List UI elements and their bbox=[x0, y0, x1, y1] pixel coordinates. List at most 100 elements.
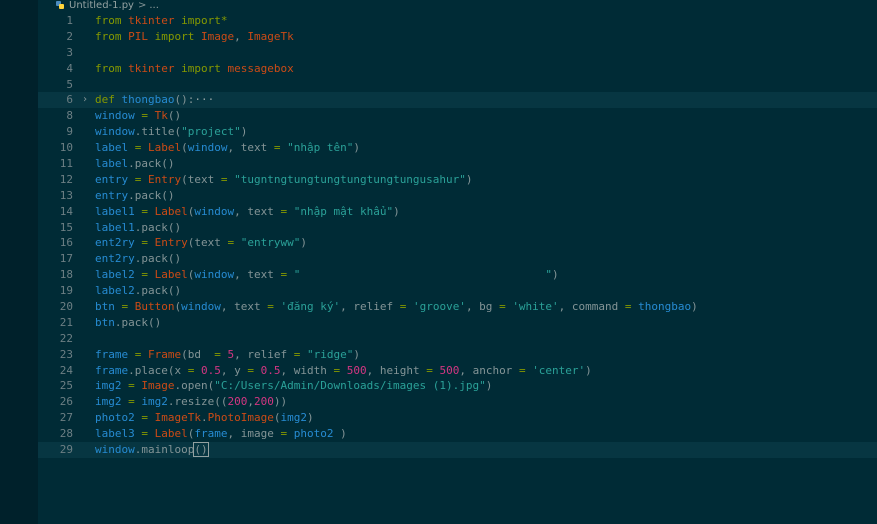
code-line[interactable]: 21 btn.pack() bbox=[38, 315, 877, 331]
code-token: Frame bbox=[148, 347, 182, 361]
code-token: .pack() bbox=[128, 157, 175, 171]
line-number: 27 bbox=[59, 411, 73, 425]
code-token: label bbox=[95, 141, 129, 155]
code-token: Entry bbox=[154, 236, 188, 250]
code-token: Label bbox=[154, 427, 188, 441]
code-token: 500 bbox=[346, 363, 367, 377]
code-token: entry bbox=[95, 172, 129, 186]
code-token: ) bbox=[353, 347, 360, 361]
code-token: ) bbox=[585, 363, 592, 377]
code-token: tkinter bbox=[128, 14, 175, 27]
code-line[interactable]: 8 window = Tk() bbox=[38, 108, 877, 124]
code-token: import bbox=[174, 61, 221, 75]
code-text: label2 = Label(window, text = " ") bbox=[95, 267, 559, 283]
code-token: , bg bbox=[465, 300, 500, 314]
code-line[interactable]: 17 ent2ry.pack() bbox=[38, 251, 877, 267]
fold-chevron-icon[interactable]: › bbox=[82, 92, 88, 108]
code-line[interactable]: 12 entry = Entry(text = "tugntngtungtungt… bbox=[38, 172, 877, 188]
code-token: , relief bbox=[234, 347, 294, 361]
code-token: = bbox=[273, 141, 288, 155]
code-token: label1 bbox=[95, 204, 135, 218]
code-token: Label bbox=[154, 268, 188, 282]
code-token: )) bbox=[273, 395, 288, 409]
breadcrumb-separator: > bbox=[137, 0, 147, 11]
code-line[interactable]: 15 label1.pack() bbox=[38, 220, 877, 236]
code-token: window bbox=[194, 268, 235, 282]
line-number: 22 bbox=[59, 331, 73, 345]
code-token: tkinter bbox=[128, 61, 175, 75]
code-line[interactable]: 27 photo2 = ImageTk.PhotoImage(img2) bbox=[38, 410, 877, 426]
line-number: 23 bbox=[59, 347, 73, 361]
code-editor[interactable]: Untitled-1.py > ... 1 from tkinter import… bbox=[38, 0, 877, 524]
code-token: = bbox=[134, 268, 155, 282]
code-line[interactable]: 29 window.mainloop() bbox=[38, 442, 877, 458]
code-line[interactable]: 16 ent2ry = Entry(text = "entryww") bbox=[38, 235, 877, 251]
code-token: .pack() bbox=[128, 188, 175, 202]
code-line[interactable]: 11 label.pack() bbox=[38, 156, 877, 172]
code-text: label = Label(window, text = "nhập tên") bbox=[95, 140, 360, 156]
code-token: "entryww" bbox=[240, 236, 301, 250]
code-text: label1 = Label(window, text = "nhập mật … bbox=[95, 204, 400, 220]
code-token: = bbox=[128, 347, 148, 361]
line-number: 13 bbox=[59, 188, 73, 202]
line-number: 14 bbox=[59, 204, 73, 218]
code-token: photo2 bbox=[95, 411, 135, 425]
code-token: "project" bbox=[181, 125, 241, 139]
code-token: label2 bbox=[95, 268, 135, 282]
code-line[interactable]: 19 label2.pack() bbox=[38, 283, 877, 299]
code-token: img2 bbox=[95, 395, 122, 409]
code-token: = bbox=[114, 300, 135, 314]
line-number: 8 bbox=[66, 109, 73, 123]
code-token: "nhập mật khẩu" bbox=[293, 204, 394, 218]
code-token: label1 bbox=[95, 220, 135, 234]
breadcrumb-symbol[interactable]: ... bbox=[149, 0, 159, 11]
code-token: import bbox=[148, 29, 195, 43]
line-number: 21 bbox=[59, 315, 73, 329]
code-line[interactable]: 20 btn = Button(window, text = 'đăng ký',… bbox=[38, 299, 877, 315]
code-token: Label bbox=[148, 141, 182, 155]
code-line[interactable]: 23 frame = Frame(bd = 5, relief = "ridge"… bbox=[38, 347, 877, 363]
code-token: ent2ry bbox=[95, 236, 135, 250]
code-text: window.title("project") bbox=[95, 124, 247, 140]
code-line[interactable]: 26 img2 = img2.resize((200,200)) bbox=[38, 394, 877, 410]
code-token: photo2 bbox=[293, 427, 334, 441]
code-area[interactable]: 1 from tkinter import* 2 from PIL import Im… bbox=[38, 13, 877, 458]
code-line[interactable]: 9 window.title("project") bbox=[38, 124, 877, 140]
code-line[interactable]: 24 frame.place(x = 0.5, y = 0.5, width = … bbox=[38, 363, 877, 379]
code-token: (bd bbox=[181, 347, 215, 361]
code-token: = bbox=[280, 268, 294, 282]
code-line[interactable]: 3 bbox=[38, 45, 877, 61]
code-token: 'center' bbox=[532, 363, 586, 377]
code-token: frame bbox=[95, 347, 129, 361]
code-token: 0.5 bbox=[260, 363, 281, 377]
code-token: ) bbox=[393, 204, 400, 218]
code-token: ImageTk bbox=[154, 411, 201, 425]
code-line[interactable]: 18 label2 = Label(window, text = " ") bbox=[38, 267, 877, 283]
code-token: window bbox=[95, 109, 135, 123]
code-text: from PIL import Image, ImageTk bbox=[95, 29, 294, 45]
code-token: ) bbox=[353, 141, 360, 155]
code-line[interactable]: 22 bbox=[38, 331, 877, 347]
code-line[interactable]: 4 from tkinter import messagebox bbox=[38, 61, 877, 77]
code-line[interactable]: 14 label1 = Label(window, text = "nhập mậ… bbox=[38, 204, 877, 220]
code-line[interactable]: 10 label = Label(window, text = "nhập tên… bbox=[38, 140, 877, 156]
code-token: = bbox=[247, 363, 261, 377]
code-line[interactable]: 6 › def thongbao():··· bbox=[38, 92, 877, 109]
code-token: = bbox=[128, 141, 148, 155]
code-line[interactable]: 28 label3 = Label(frame, image = photo2 ) bbox=[38, 426, 877, 442]
code-token: btn bbox=[95, 315, 115, 329]
code-line[interactable]: 25 img2 = Image.open("C:/Users/Admin/Down… bbox=[38, 378, 877, 394]
code-line[interactable]: 13 entry.pack() bbox=[38, 188, 877, 204]
code-line[interactable]: 5 bbox=[38, 77, 877, 93]
code-token: = bbox=[187, 363, 201, 377]
code-line[interactable]: 1 from tkinter import* bbox=[38, 13, 877, 29]
line-number: 20 bbox=[59, 300, 73, 314]
code-token: PIL bbox=[128, 29, 148, 43]
code-line[interactable]: 2 from PIL import Image, ImageTk bbox=[38, 29, 877, 45]
code-token: ) bbox=[240, 125, 248, 139]
code-token: (): bbox=[174, 93, 195, 107]
code-token: .pack() bbox=[134, 284, 182, 298]
breadcrumb-filename[interactable]: Untitled-1.py bbox=[69, 0, 134, 11]
python-file-icon bbox=[56, 1, 64, 9]
code-token: 500 bbox=[439, 363, 460, 377]
